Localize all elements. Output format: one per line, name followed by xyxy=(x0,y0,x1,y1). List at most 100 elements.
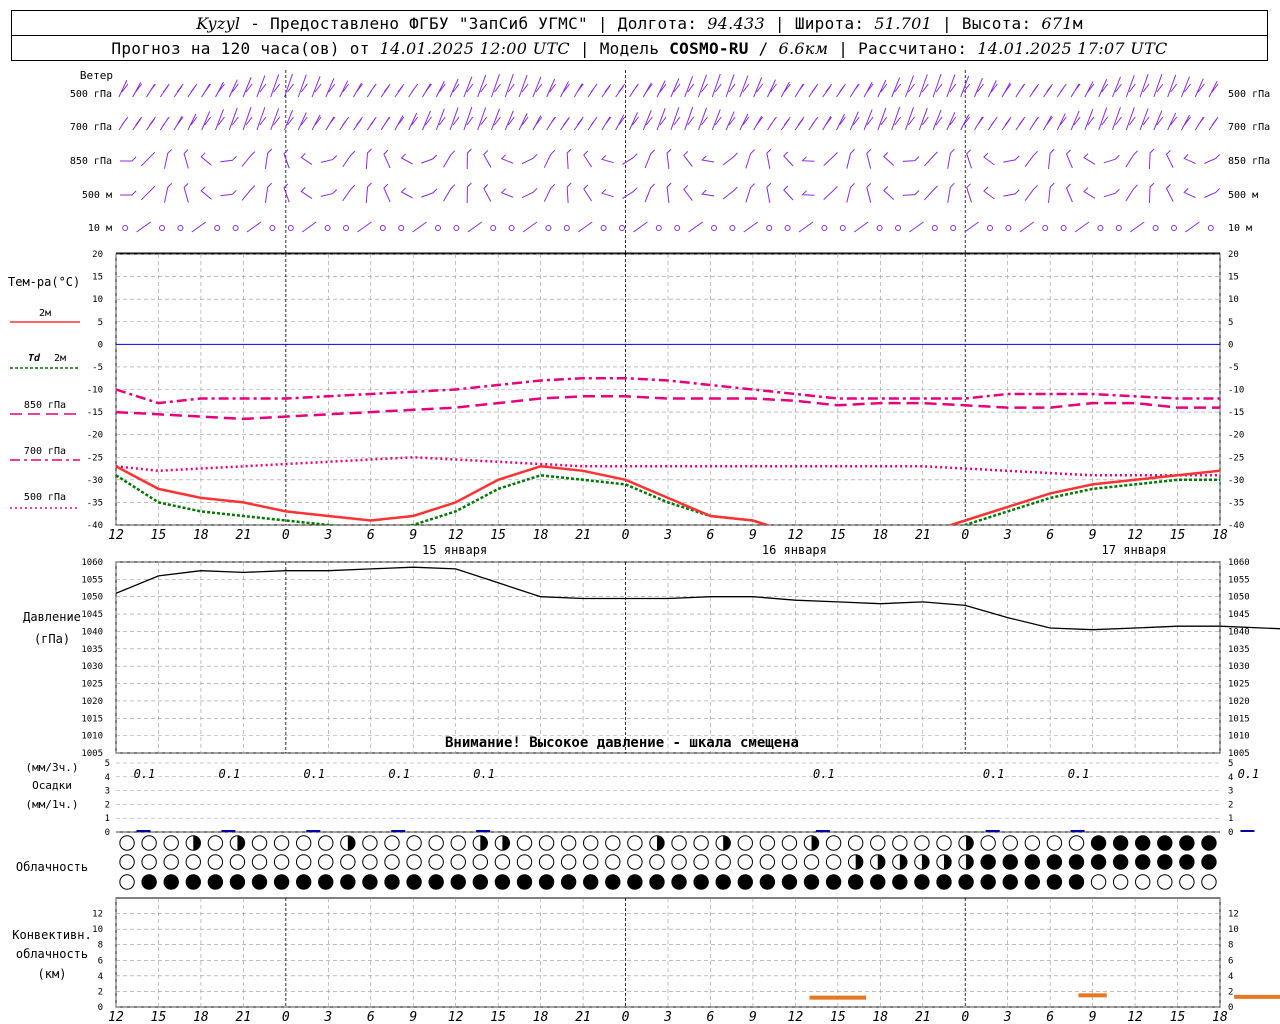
wind-barb xyxy=(380,83,391,98)
wind-barb xyxy=(615,83,626,98)
bottom-x-tick: 0 xyxy=(282,1010,290,1024)
wind-barb xyxy=(400,153,413,165)
temp-x-tick: 9 xyxy=(409,528,417,543)
wind-calm-circle xyxy=(563,225,570,231)
wind-level-right: 500 м xyxy=(1228,190,1258,201)
bottom-x-tick: 3 xyxy=(663,1010,672,1024)
precip-ytick-left: 0 xyxy=(105,828,110,838)
wind-barb xyxy=(532,115,543,131)
wind-barb xyxy=(1015,116,1026,131)
precipitation-panel: 5544332211000.10.10.10.10.10.10.10.10.10… xyxy=(105,759,1260,838)
pressure-ytick-right: 1050 xyxy=(1228,593,1250,603)
cloud-cover-symbol xyxy=(1090,835,1107,851)
cloud-cover-symbol xyxy=(472,874,489,890)
wind-barb xyxy=(466,182,472,204)
cloud-cover-symbol xyxy=(516,854,533,870)
cloud-cover-symbol xyxy=(583,835,599,851)
conv-ytick-left: 8 xyxy=(98,941,103,951)
wind-calm-circle xyxy=(122,225,129,231)
cloud-cover-symbol xyxy=(185,854,201,870)
cloud-cover-symbol xyxy=(251,835,268,851)
wind-barb xyxy=(187,113,198,131)
wind-barb xyxy=(1204,154,1221,164)
cloud-cover-symbol xyxy=(892,835,908,851)
cloud-cover-symbol xyxy=(1046,835,1063,851)
bottom-x-tick: 15 xyxy=(1170,1010,1186,1024)
wind-barb xyxy=(974,116,984,131)
temp-x-tick: 18 xyxy=(872,528,888,543)
wind-barb xyxy=(220,155,237,163)
wind-barb xyxy=(629,112,639,131)
wind-barb xyxy=(600,188,614,198)
wind-barb xyxy=(491,108,501,131)
temp-ytick-left: -30 xyxy=(87,476,103,486)
wind-barb xyxy=(380,116,391,131)
bottom-x-tick: 3 xyxy=(323,1010,332,1024)
conv-ytick-left: 0 xyxy=(98,1003,103,1013)
wind-barb xyxy=(215,81,225,98)
wind-calm-circle xyxy=(1042,225,1049,231)
pressure-line xyxy=(115,566,1280,631)
wind-barb xyxy=(1181,76,1191,98)
wind-calm-circle xyxy=(324,225,331,231)
temp-ytick-right: -20 xyxy=(1228,431,1244,441)
wind-barb xyxy=(1148,182,1155,204)
wind-barb xyxy=(684,106,695,131)
wind-barb xyxy=(159,83,170,98)
wind-barb xyxy=(1181,115,1191,131)
cloud-cover-symbol xyxy=(163,835,179,851)
wind-barb xyxy=(877,79,888,98)
wind-barb xyxy=(546,78,557,98)
wind-barb xyxy=(767,116,777,131)
pressure-ytick-left: 1045 xyxy=(81,610,103,620)
temp-ytick-left: -5 xyxy=(92,363,103,373)
wind-barb xyxy=(1139,108,1150,131)
cloud-cover-symbol xyxy=(362,835,378,851)
cloud-cover-symbol xyxy=(428,854,444,870)
wind-calm-circle xyxy=(269,225,276,231)
wind-barb xyxy=(656,80,667,98)
wind-calm-circle xyxy=(987,225,993,231)
cloud-cover-symbol xyxy=(980,874,996,890)
wind-barb xyxy=(883,186,895,200)
wind-calm-circle xyxy=(619,225,625,231)
wind-calm-circle xyxy=(1152,225,1159,231)
cloud-cover-symbol xyxy=(273,874,290,890)
temp-ytick-right: -40 xyxy=(1228,521,1244,531)
wind-calm-circle xyxy=(1097,225,1104,231)
cloud-cover-symbol xyxy=(671,854,687,870)
cloud-cover-symbol xyxy=(892,874,908,890)
temp-x-tick: 3 xyxy=(323,528,332,543)
temp-ytick-right: 10 xyxy=(1228,295,1239,305)
wind-barb xyxy=(543,183,556,202)
wind-calm-circle xyxy=(379,225,386,231)
wind-barb xyxy=(794,116,805,131)
wind-barb xyxy=(656,108,667,131)
wind-barb xyxy=(866,183,872,203)
wind-barb xyxy=(173,115,184,131)
wind-barb xyxy=(566,148,572,170)
cloud-cover-symbol xyxy=(406,854,422,870)
wind-barb xyxy=(1001,116,1012,131)
wind-barb xyxy=(1065,183,1073,203)
cloud-cover-symbol xyxy=(649,874,665,890)
cloud-cover-symbol xyxy=(825,874,842,890)
pressure-ytick-right: 1025 xyxy=(1228,680,1250,690)
pressure-ytick-left: 1040 xyxy=(81,627,103,637)
wind-level-left: 10 м xyxy=(88,223,112,234)
wind-barb xyxy=(683,185,693,201)
wind-barb xyxy=(1084,108,1095,131)
wind-barb xyxy=(270,108,281,131)
cloud-cover-symbol xyxy=(1157,835,1173,851)
series-td-line xyxy=(116,474,1220,525)
wind-barb xyxy=(566,182,572,204)
wind-barb xyxy=(270,74,281,98)
conv-cloud-bar xyxy=(1078,993,1107,998)
pressure-ytick-right: 1055 xyxy=(1228,575,1250,585)
wind-barb xyxy=(1183,188,1196,199)
wind-level-right: 10 м xyxy=(1228,223,1252,234)
wind-barb xyxy=(467,221,483,233)
wind-calm-circle xyxy=(784,225,791,231)
precip-amount-label: 0.1 xyxy=(219,767,241,781)
temp-x-tick: 0 xyxy=(282,528,290,543)
